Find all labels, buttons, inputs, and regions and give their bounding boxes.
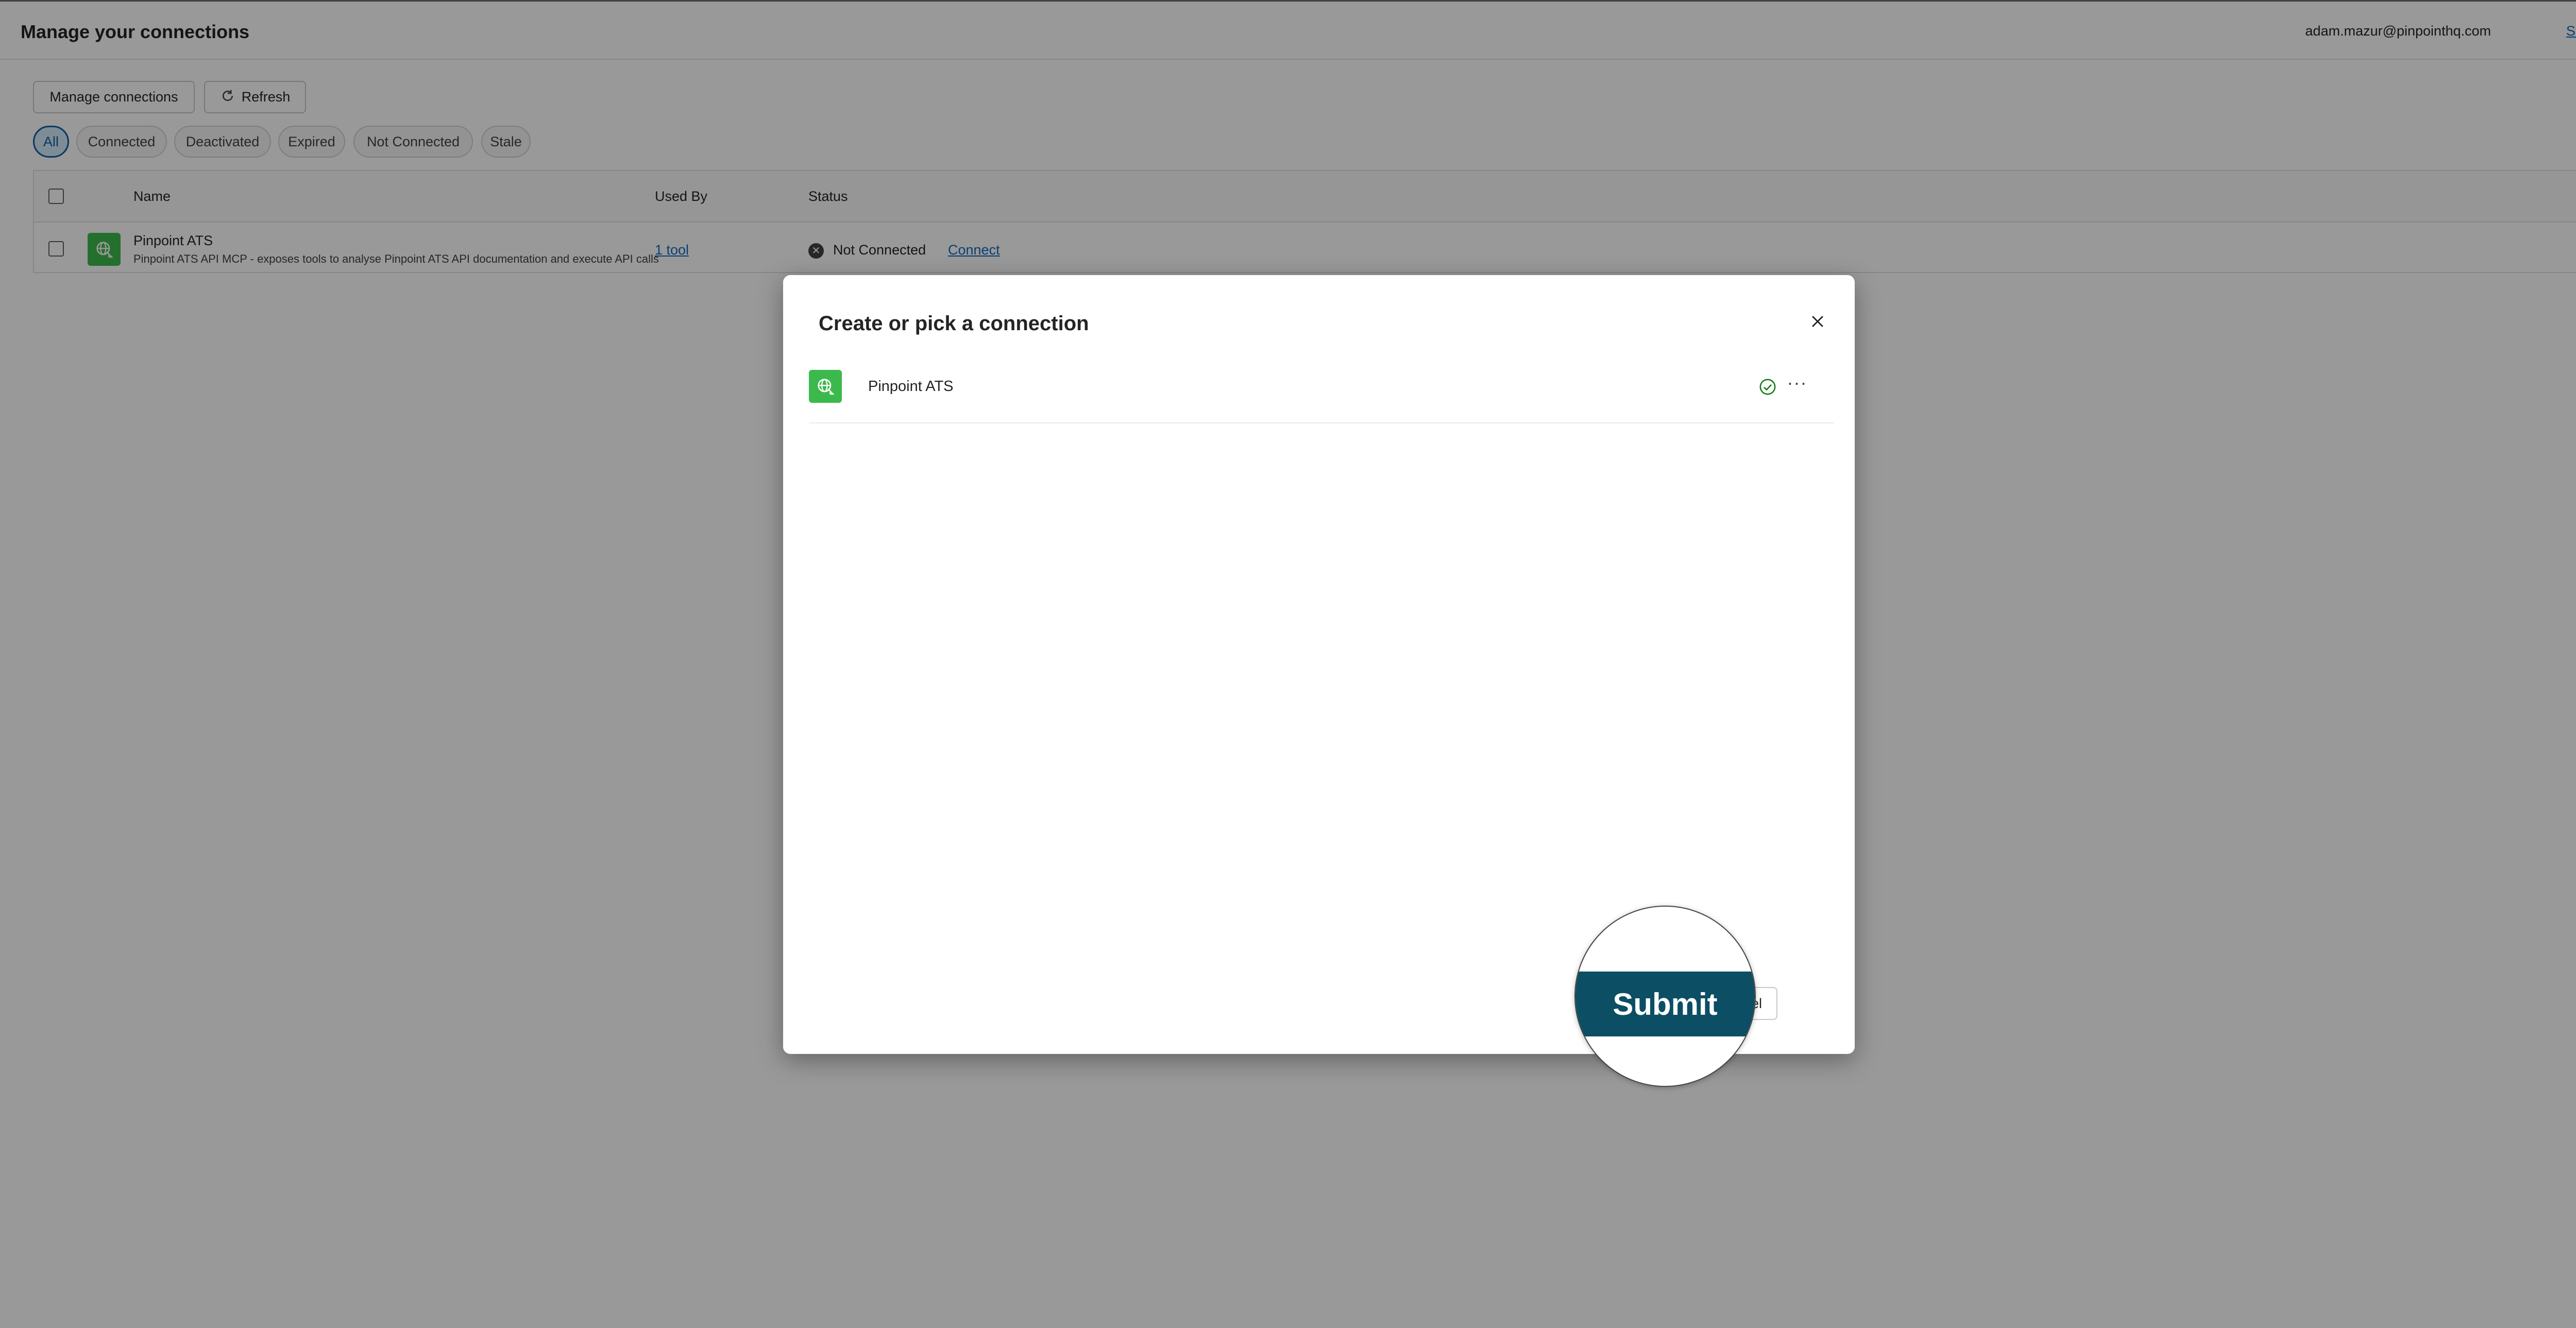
submit-button[interactable]: Submit: [1575, 972, 1755, 1036]
page: Manage your connections adam.mazur@pinpo…: [0, 0, 2576, 1328]
submit-label: Submit: [1613, 986, 1718, 1021]
zoom-magnifier: Submit: [1574, 906, 1756, 1087]
more-options-button[interactable]: ···: [1782, 372, 1812, 398]
close-icon: [1812, 316, 1823, 327]
connection-option[interactable]: Pinpoint ATS ···: [809, 370, 1834, 423]
close-button[interactable]: [1802, 306, 1833, 337]
connection-option-name: Pinpoint ATS: [868, 378, 954, 395]
dialog-title: Create or pick a connection: [819, 312, 1089, 335]
checkmark-circle-icon: [1759, 378, 1776, 396]
connector-globe-icon: [809, 370, 842, 403]
